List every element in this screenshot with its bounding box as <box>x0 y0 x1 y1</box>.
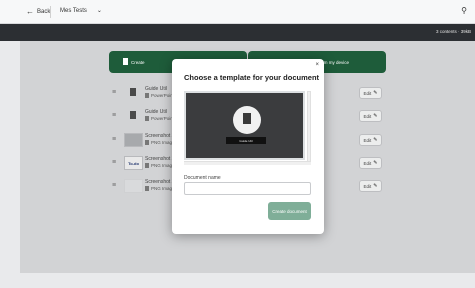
item-type: PowerPoint <box>145 116 174 121</box>
item-name: Guide Util <box>145 109 167 115</box>
content-count: 3 contents · 39kB <box>435 29 471 34</box>
drag-handle-icon[interactable]: ≡ <box>112 112 116 119</box>
item-name: Screenshot 2 <box>145 179 175 185</box>
create-content-label: Create <box>131 59 145 65</box>
image-thumbnail: To-do <box>124 156 143 170</box>
back-button[interactable]: ← Back <box>26 7 50 16</box>
document-name-input[interactable] <box>184 182 311 195</box>
document-name-label: Document name <box>184 175 221 181</box>
item-type: PNG Image <box>145 163 175 168</box>
modal-title: Choose a template for your document <box>184 73 320 82</box>
document-icon <box>123 58 128 65</box>
file-type-icon <box>145 186 149 191</box>
file-thumbnail <box>124 109 143 123</box>
item-name: Screenshot 2 <box>145 156 175 162</box>
top-bar: ← Back Mes Tests ⌄ ⚲ <box>0 0 475 24</box>
edit-button[interactable]: Edit ✎ <box>359 157 382 169</box>
document-title-dropdown[interactable]: Mes Tests ⌄ <box>60 7 102 15</box>
item-type-label: PNG Image <box>151 140 175 145</box>
template-modal: × Choose a template for your document Gu… <box>172 59 324 234</box>
file-thumbnail <box>124 86 143 100</box>
arrow-left-icon: ← <box>26 7 34 16</box>
image-thumbnail <box>124 179 143 193</box>
chevron-down-icon: ⌄ <box>96 8 102 14</box>
item-type-label: PNG Image <box>151 186 175 191</box>
item-type-label: PowerPoint <box>151 116 175 121</box>
template-preview[interactable]: Guide Util <box>184 91 305 160</box>
file-type-icon <box>145 163 149 168</box>
document-icon <box>233 106 261 134</box>
file-type-icon <box>145 93 149 98</box>
drag-handle-icon[interactable]: ≡ <box>112 89 116 96</box>
item-type-label: PNG Image <box>151 163 175 168</box>
item-type: PNG Image <box>145 186 175 191</box>
edit-label: Edit <box>363 113 372 119</box>
template-caption: Guide Util <box>226 137 266 144</box>
vertical-scrollbar[interactable] <box>307 91 311 162</box>
edit-label: Edit <box>363 90 372 96</box>
edit-label: Edit <box>363 183 372 189</box>
edit-label: Edit <box>363 160 372 166</box>
create-document-button[interactable]: Create document <box>268 202 311 220</box>
pencil-icon: ✎ <box>373 137 378 143</box>
edit-button[interactable]: Edit ✎ <box>359 87 382 99</box>
edit-button[interactable]: Edit ✎ <box>359 110 382 122</box>
back-label: Back <box>37 8 51 15</box>
dark-toolbar <box>0 24 475 41</box>
item-type: PowerPoint <box>145 93 174 98</box>
horizontal-scrollbar[interactable] <box>184 161 311 165</box>
document-title: Mes Tests <box>60 7 87 14</box>
drag-handle-icon[interactable]: ≡ <box>112 182 116 189</box>
edit-label: Edit <box>363 137 372 143</box>
item-name: Guide Util <box>145 86 167 92</box>
file-type-icon <box>145 116 149 121</box>
divider <box>50 6 51 18</box>
drag-handle-icon[interactable]: ≡ <box>112 159 116 166</box>
app-window: ← Back Mes Tests ⌄ ⚲ 3 contents · 39kB C… <box>0 0 475 288</box>
item-type-label: PowerPoint <box>151 93 175 98</box>
item-name: Screenshot 2 <box>145 133 175 139</box>
close-icon[interactable]: × <box>315 62 319 68</box>
item-type: PNG Image <box>145 140 175 145</box>
edit-button[interactable]: Edit ✎ <box>359 180 382 192</box>
upload-label: om my device <box>321 59 349 65</box>
pencil-icon: ✎ <box>373 183 378 189</box>
pencil-icon: ✎ <box>373 160 378 166</box>
pencil-icon: ✎ <box>373 113 378 119</box>
edit-button[interactable]: Edit ✎ <box>359 134 382 146</box>
image-thumbnail <box>124 133 143 147</box>
pencil-icon: ✎ <box>373 90 378 96</box>
search-icon[interactable]: ⚲ <box>461 6 467 15</box>
file-type-icon <box>145 140 149 145</box>
drag-handle-icon[interactable]: ≡ <box>112 136 116 143</box>
